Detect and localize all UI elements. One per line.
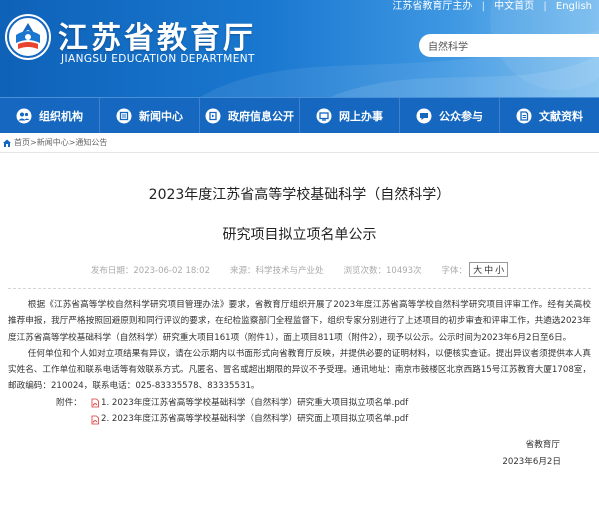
info-disclosure-icon <box>205 108 221 123</box>
site-subtitle: JIANGSU EDUCATION DEPARTMENT <box>61 53 255 65</box>
font-size-small-button[interactable]: 小 <box>494 263 505 276</box>
top-links-separator: | <box>543 1 547 12</box>
department-emblem-logo <box>5 14 51 60</box>
article-body: 根据《江苏省高等学校自然科学研究项目管理办法》要求，省教育厅组织开展了2023年… <box>8 297 591 395</box>
top-links-separator: | <box>481 1 485 12</box>
article-title-line2: 研究项目拟立项名单公示 <box>222 227 377 243</box>
article-title-line1: 2023年度江苏省高等学校基础科学（自然科学） <box>148 187 451 203</box>
nav-news-center[interactable]: 新闻中心 <box>100 97 200 134</box>
nav-label: 文献资料 <box>539 109 583 123</box>
article-paragraph: 任何单位和个人如对立项结果有异议，请在公示期内以书面形式向省教育厅反映，并提供必… <box>8 348 591 392</box>
font-size-large-button[interactable]: 大 <box>472 263 483 276</box>
nav-label: 新闻中心 <box>139 109 183 123</box>
meta-divider <box>8 288 591 289</box>
article: 2023年度江苏省高等学校基础科学（自然科学） 研究项目拟立项名单公示 发布日期… <box>0 184 599 471</box>
signature-block: 省教育厅 2023年6月2日 <box>8 437 591 471</box>
breadcrumb-separator: > <box>30 138 37 147</box>
documents-icon <box>516 108 532 123</box>
site-header: 江苏省教育厅主办 | 中文首页 | English 江苏省教育厅 JIANGSU… <box>0 0 599 97</box>
organization-icon <box>16 108 32 123</box>
attachments: 附件： 1. 2023年度江苏省高等学校基础科学（自然科学）研究重大项目拟立项名… <box>8 395 591 428</box>
signer: 省教育厅 <box>525 439 560 450</box>
breadcrumb-home[interactable]: 首页 <box>14 137 30 148</box>
sponsor-text: 江苏省教育厅主办 <box>392 1 473 12</box>
main-nav: 组织机构 新闻中心 政府信息公开 网上办事 公众参与 文献资料 <box>0 97 599 134</box>
attachments-label: 附件： <box>56 397 82 408</box>
font-size-label: 字体： <box>441 265 468 276</box>
font-size-medium-button[interactable]: 中 <box>483 263 494 276</box>
nav-label: 公众参与 <box>439 109 483 123</box>
top-links: 江苏省教育厅主办 | 中文首页 | English <box>389 0 595 12</box>
nav-label: 政府信息公开 <box>228 109 294 123</box>
nav-online-service[interactable]: 网上办事 <box>300 97 400 134</box>
site-title[interactable]: 江苏省教育厅 <box>58 13 256 57</box>
publish-date: 发布日期：2023-06-02 18:02 <box>90 265 210 276</box>
view-count: 浏览次数：10493次 <box>343 265 422 276</box>
font-size-control: 字体： 大 中 小 <box>442 262 509 277</box>
attachment-link-1[interactable]: 1. 2023年度江苏省高等学校基础科学（自然科学）研究重大项目拟立项名单.pd… <box>90 395 408 412</box>
pdf-icon <box>91 415 99 424</box>
public-participation-icon <box>416 108 432 123</box>
attachment-name: 1. 2023年度江苏省高等学校基础科学（自然科学）研究重大项目拟立项名单.pd… <box>101 397 409 408</box>
search-input[interactable] <box>419 34 599 57</box>
breadcrumb-news-center[interactable]: 新闻中心 <box>37 137 69 148</box>
sign-date: 2023年6月2日 <box>502 456 561 467</box>
nav-info-disclosure[interactable]: 政府信息公开 <box>200 97 300 134</box>
article-meta: 发布日期：2023-06-02 18:02 来源：科学技术与产业处 浏览次数：1… <box>8 262 591 277</box>
chinese-home-link[interactable]: 中文首页 <box>491 1 537 12</box>
nav-label: 网上办事 <box>339 109 383 123</box>
breadcrumb-notices[interactable]: 通知公告 <box>75 137 107 148</box>
home-icon <box>3 139 11 147</box>
online-service-icon <box>316 108 332 123</box>
font-size-options: 大 中 小 <box>469 262 509 277</box>
nav-documents[interactable]: 文献资料 <box>500 98 599 134</box>
english-link[interactable]: English <box>553 1 595 12</box>
news-icon <box>116 108 132 123</box>
attachment-name: 2. 2023年度江苏省高等学校基础科学（自然科学）研究面上项目拟立项名单.pd… <box>101 414 409 425</box>
nav-label: 组织机构 <box>39 109 83 123</box>
search-box <box>419 34 599 57</box>
nav-organization[interactable]: 组织机构 <box>0 97 100 134</box>
nav-public-participation[interactable]: 公众参与 <box>400 97 500 134</box>
article-source: 来源：科学技术与产业处 <box>229 265 324 276</box>
pdf-icon <box>91 398 99 408</box>
attachment-link-2[interactable]: 2. 2023年度江苏省高等学校基础科学（自然科学）研究面上项目拟立项名单.pd… <box>90 411 408 428</box>
breadcrumb: 首页 > 新闻中心 > 通知公告 <box>0 133 599 153</box>
breadcrumb-separator: > <box>68 138 76 147</box>
article-paragraph: 根据《江苏省高等学校自然科学研究项目管理办法》要求，省教育厅组织开展了2023年… <box>8 300 591 343</box>
